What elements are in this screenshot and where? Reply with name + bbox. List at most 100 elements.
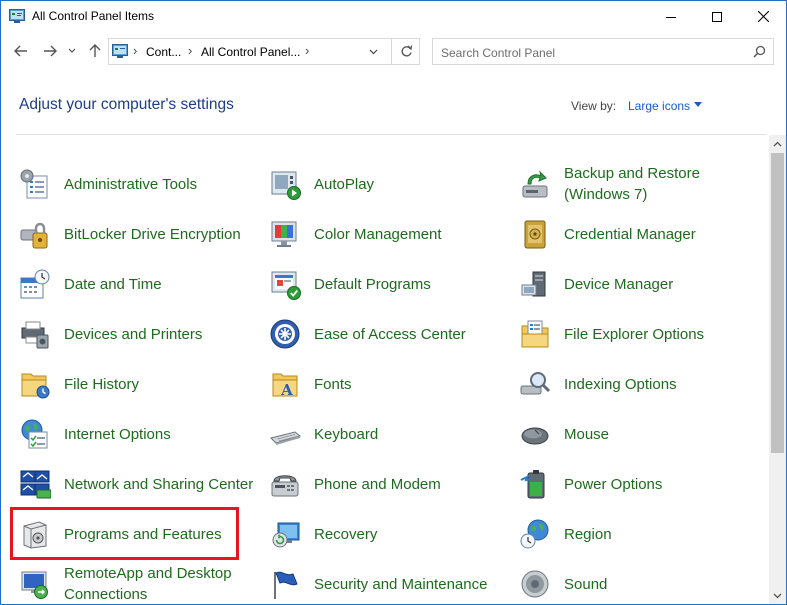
up-button[interactable] [83,39,107,63]
item-remoteapp[interactable]: RemoteApp and Desktop Connections [19,562,259,604]
chevron-up-icon [773,141,782,146]
view-by-dropdown[interactable]: Large icons [628,99,690,113]
item-file-history[interactable]: File History [19,362,259,406]
sound-icon [521,570,549,598]
svg-text:A: A [280,381,293,399]
forward-arrow-icon [44,45,57,57]
item-label: Default Programs [314,275,431,293]
item-backup-restore[interactable]: Backup and Restore (Windows 7) [519,162,759,206]
scroll-down-button[interactable] [769,587,786,604]
page-heading: Adjust your computer's settings [19,96,234,113]
item-label: Device Manager [564,275,674,293]
item-label: Date and Time [64,275,162,293]
item-administrative-tools[interactable]: Administrative Tools [19,162,259,206]
item-ease-of-access[interactable]: Ease of Access Center [269,312,509,356]
item-label: Ease of Access Center [314,325,466,343]
item-device-manager[interactable]: Device Manager [519,262,759,306]
programs-and-features-highlight [10,507,239,560]
date-time-icon [20,269,50,299]
chevron-down-icon [773,593,782,598]
item-network-sharing[interactable]: Network and Sharing Center [19,462,259,506]
vertical-scrollbar[interactable] [769,135,786,604]
item-file-explorer-options[interactable]: File Explorer Options [519,312,759,356]
bitlocker-icon [20,222,48,249]
back-arrow-icon [14,45,27,57]
network-sharing-icon [20,470,51,499]
view-by-chevron-icon[interactable] [694,102,702,107]
ease-of-access-icon [270,319,300,349]
item-label: Color Management [314,225,442,243]
item-recovery[interactable]: Recovery [269,512,509,556]
forward-button[interactable] [38,39,62,63]
item-label: Power Options [564,475,663,493]
control-panel-icon [9,9,25,23]
autoplay-icon [271,171,301,200]
recent-locations-button[interactable] [63,39,81,63]
maximize-icon [712,11,722,22]
scrollbar-thumb[interactable] [771,153,784,453]
breadcrumb-separator-icon[interactable]: › [305,43,309,58]
control-panel-icon [112,44,128,58]
item-internet-options[interactable]: Internet Options [19,412,259,456]
item-devices-printers[interactable]: Devices and Printers [19,312,259,356]
item-label: Sound [564,575,608,593]
title-bar: All Control Panel Items [1,1,786,32]
item-indexing-options[interactable]: Indexing Options [519,362,759,406]
internet-options-icon [21,419,48,449]
search-icon[interactable] [753,45,766,58]
color-management-icon [271,221,297,247]
item-fonts[interactable]: A Fonts [269,362,509,406]
item-autoplay[interactable]: AutoPlay [269,162,509,206]
item-security-maintenance[interactable]: Security and Maintenance [269,562,509,604]
indexing-options-icon [520,372,551,395]
item-color-management[interactable]: Color Management [269,212,509,256]
search-box[interactable] [432,38,774,65]
item-phone-modem[interactable]: Phone and Modem [269,462,509,506]
maximize-button[interactable] [694,1,740,32]
item-label: RemoteApp and Desktop Connections [64,565,232,603]
item-keyboard[interactable]: Keyboard [269,412,509,456]
item-label: Network and Sharing Center [64,475,254,493]
breadcrumb-control-panel[interactable]: Cont... [146,45,181,59]
address-dropdown-button[interactable] [359,39,387,64]
file-explorer-options-icon [521,320,549,348]
close-icon [757,11,769,22]
scroll-up-button[interactable] [769,135,786,152]
item-label: Security and Maintenance [314,575,488,593]
item-label: File History [64,375,140,393]
item-credential-manager[interactable]: Credential Manager [519,212,759,256]
remoteapp-icon [21,571,48,599]
breadcrumb-separator-icon: › [133,43,138,58]
breadcrumb-all-items[interactable]: All Control Panel... [201,45,300,59]
item-label: Internet Options [64,425,171,443]
item-label: Backup and Restore (Windows 7) [564,165,700,203]
item-date-time[interactable]: Date and Time [19,262,259,306]
mouse-icon [521,427,549,445]
close-button[interactable] [740,1,786,32]
item-power-options[interactable]: Power Options [519,462,759,506]
item-sound[interactable]: Sound [519,562,759,604]
search-input[interactable] [439,43,743,62]
region-icon [520,519,549,549]
refresh-button[interactable] [391,39,421,64]
phone-modem-icon [271,475,299,497]
refresh-icon [401,45,413,57]
back-button[interactable] [9,39,33,63]
item-default-programs[interactable]: Default Programs [269,262,509,306]
control-panel-window: All Control Panel Items › Cont... › All … [0,0,787,605]
item-mouse[interactable]: Mouse [519,412,759,456]
item-region[interactable]: Region [519,512,759,556]
item-label: Credential Manager [564,225,696,243]
minimize-button[interactable] [648,1,694,32]
item-label: Phone and Modem [314,475,441,493]
admin-tools-icon [20,169,48,199]
keyboard-icon [270,431,301,445]
security-maintenance-icon [274,571,298,599]
power-options-icon [520,470,545,499]
breadcrumb-separator-icon: › [188,43,193,58]
item-label: Fonts [314,375,352,393]
item-bitlocker[interactable]: BitLocker Drive Encryption [19,212,259,256]
item-label: File Explorer Options [564,325,705,343]
address-bar[interactable]: › Cont... › All Control Panel... › [108,38,420,65]
devices-printers-icon [21,321,49,349]
